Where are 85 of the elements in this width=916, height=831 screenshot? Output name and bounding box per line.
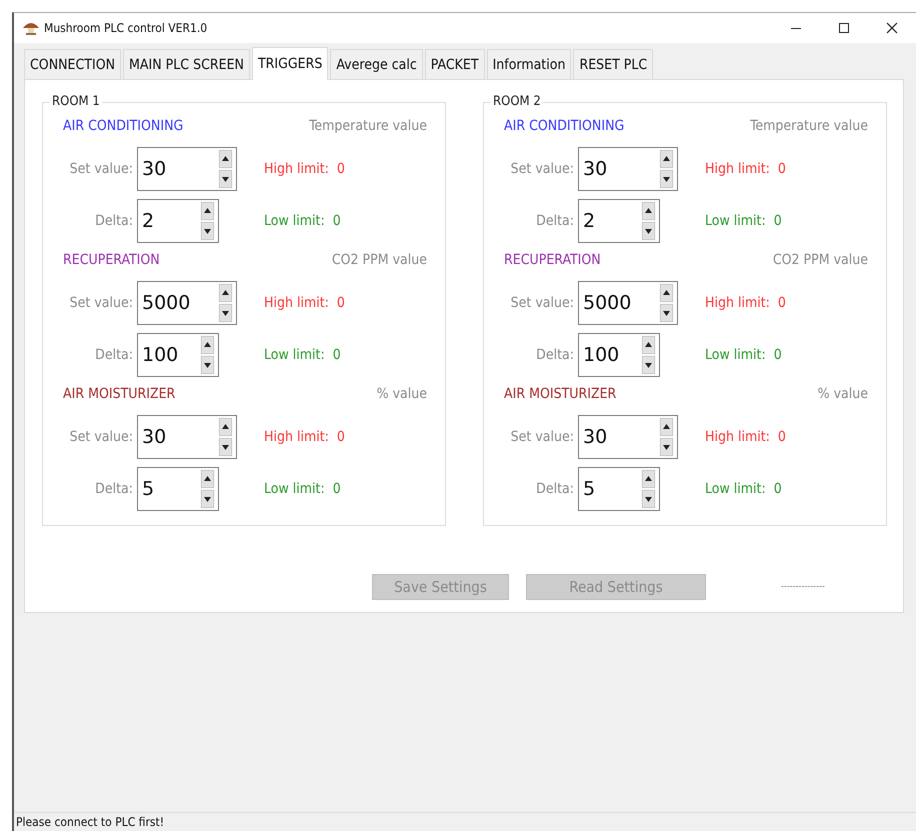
spin-field[interactable]: 2 [137,199,219,243]
section-title: RECUPERATION [504,251,601,269]
limit-label: Low limit: 0 [705,213,782,229]
maximize-icon[interactable] [838,22,850,34]
field-label: Set value: [68,429,133,445]
tab[interactable]: TRIGGERS [252,47,328,80]
down-arrow-icon[interactable] [660,304,673,322]
window-title: Mushroom PLC control VER1.0 [44,21,208,35]
field-label: Delta: [535,213,574,229]
limit-label: Low limit: 0 [264,347,341,363]
down-arrow-icon[interactable] [660,438,673,456]
up-arrow-icon[interactable] [642,336,655,354]
up-arrow-icon[interactable] [660,418,673,436]
field-label: Delta: [94,347,133,363]
tab[interactable]: Information [486,49,572,79]
field-label: Delta: [535,347,574,363]
up-arrow-icon[interactable] [219,150,232,168]
unit-label: Temperature value [750,117,868,135]
section-title: AIR CONDITIONING [63,117,184,135]
spin-field[interactable]: 100 [578,333,660,377]
status-bar: Please connect to PLC first! [14,812,916,831]
limit-label: Low limit: 0 [705,481,782,497]
field-label: Set value: [68,161,133,177]
field-label: Delta: [94,481,133,497]
up-arrow-icon[interactable] [219,284,232,302]
status-text: --------------- [781,582,825,592]
down-arrow-icon[interactable] [219,304,232,322]
tab[interactable]: PACKET [424,49,485,79]
limit-label: Low limit: 0 [705,347,782,363]
down-arrow-icon[interactable] [201,490,214,508]
limit-label: High limit: 0 [705,295,786,311]
spin-field[interactable]: 2 [578,199,660,243]
unit-label: % value [818,385,868,403]
down-arrow-icon[interactable] [660,170,673,188]
tab[interactable]: CONNECTION [24,49,122,79]
section-title: AIR CONDITIONING [504,117,624,135]
field-label: Set value: [510,161,574,177]
section-title: AIR MOISTURIZER [63,385,176,403]
spin-field[interactable]: 5000 [137,281,237,325]
limit-label: Low limit: 0 [264,481,341,497]
up-arrow-icon[interactable] [201,470,214,488]
field-label: Delta: [535,481,574,497]
down-arrow-icon[interactable] [219,438,232,456]
mushroom-icon [22,20,40,36]
spin-field[interactable]: 5 [137,467,219,511]
field-label: Delta: [94,213,133,229]
field-label: Set value: [510,429,574,445]
up-arrow-icon[interactable] [219,418,232,436]
down-arrow-icon[interactable] [201,222,214,240]
down-arrow-icon[interactable] [642,356,655,374]
close-icon[interactable] [886,22,898,34]
spin-field[interactable]: 5000 [578,281,678,325]
down-arrow-icon[interactable] [219,170,232,188]
up-arrow-icon[interactable] [201,202,214,220]
unit-label: CO2 PPM value [332,251,427,269]
down-arrow-icon[interactable] [642,490,655,508]
tab[interactable]: MAIN PLC SCREEN [123,49,250,79]
up-arrow-icon[interactable] [201,336,214,354]
spin-field[interactable]: 30 [578,147,678,191]
limit-label: High limit: 0 [264,295,345,311]
section-title: RECUPERATION [63,251,160,269]
field-label: Set value: [68,295,133,311]
up-arrow-icon[interactable] [660,150,673,168]
limit-label: High limit: 0 [264,161,345,177]
spin-field[interactable]: 30 [578,415,678,459]
spin-field[interactable]: 5 [578,467,660,511]
field-label: Set value: [510,295,574,311]
section-title: AIR MOISTURIZER [504,385,616,403]
unit-label: % value [376,385,427,403]
limit-label: High limit: 0 [705,161,786,177]
unit-label: CO2 PPM value [772,251,868,269]
up-arrow-icon[interactable] [660,284,673,302]
tab[interactable]: Averege calc [330,49,423,79]
up-arrow-icon[interactable] [642,470,655,488]
limit-label: High limit: 0 [705,429,786,445]
unit-label: Temperature value [309,117,427,135]
up-arrow-icon[interactable] [642,202,655,220]
limit-label: Low limit: 0 [264,213,341,229]
spin-field[interactable]: 30 [137,147,237,191]
limit-label: High limit: 0 [264,429,345,445]
tab[interactable]: RESET PLC [573,49,654,79]
spin-field[interactable]: 100 [137,333,219,377]
down-arrow-icon[interactable] [642,222,655,240]
down-arrow-icon[interactable] [201,356,214,374]
spin-field[interactable]: 30 [137,415,237,459]
